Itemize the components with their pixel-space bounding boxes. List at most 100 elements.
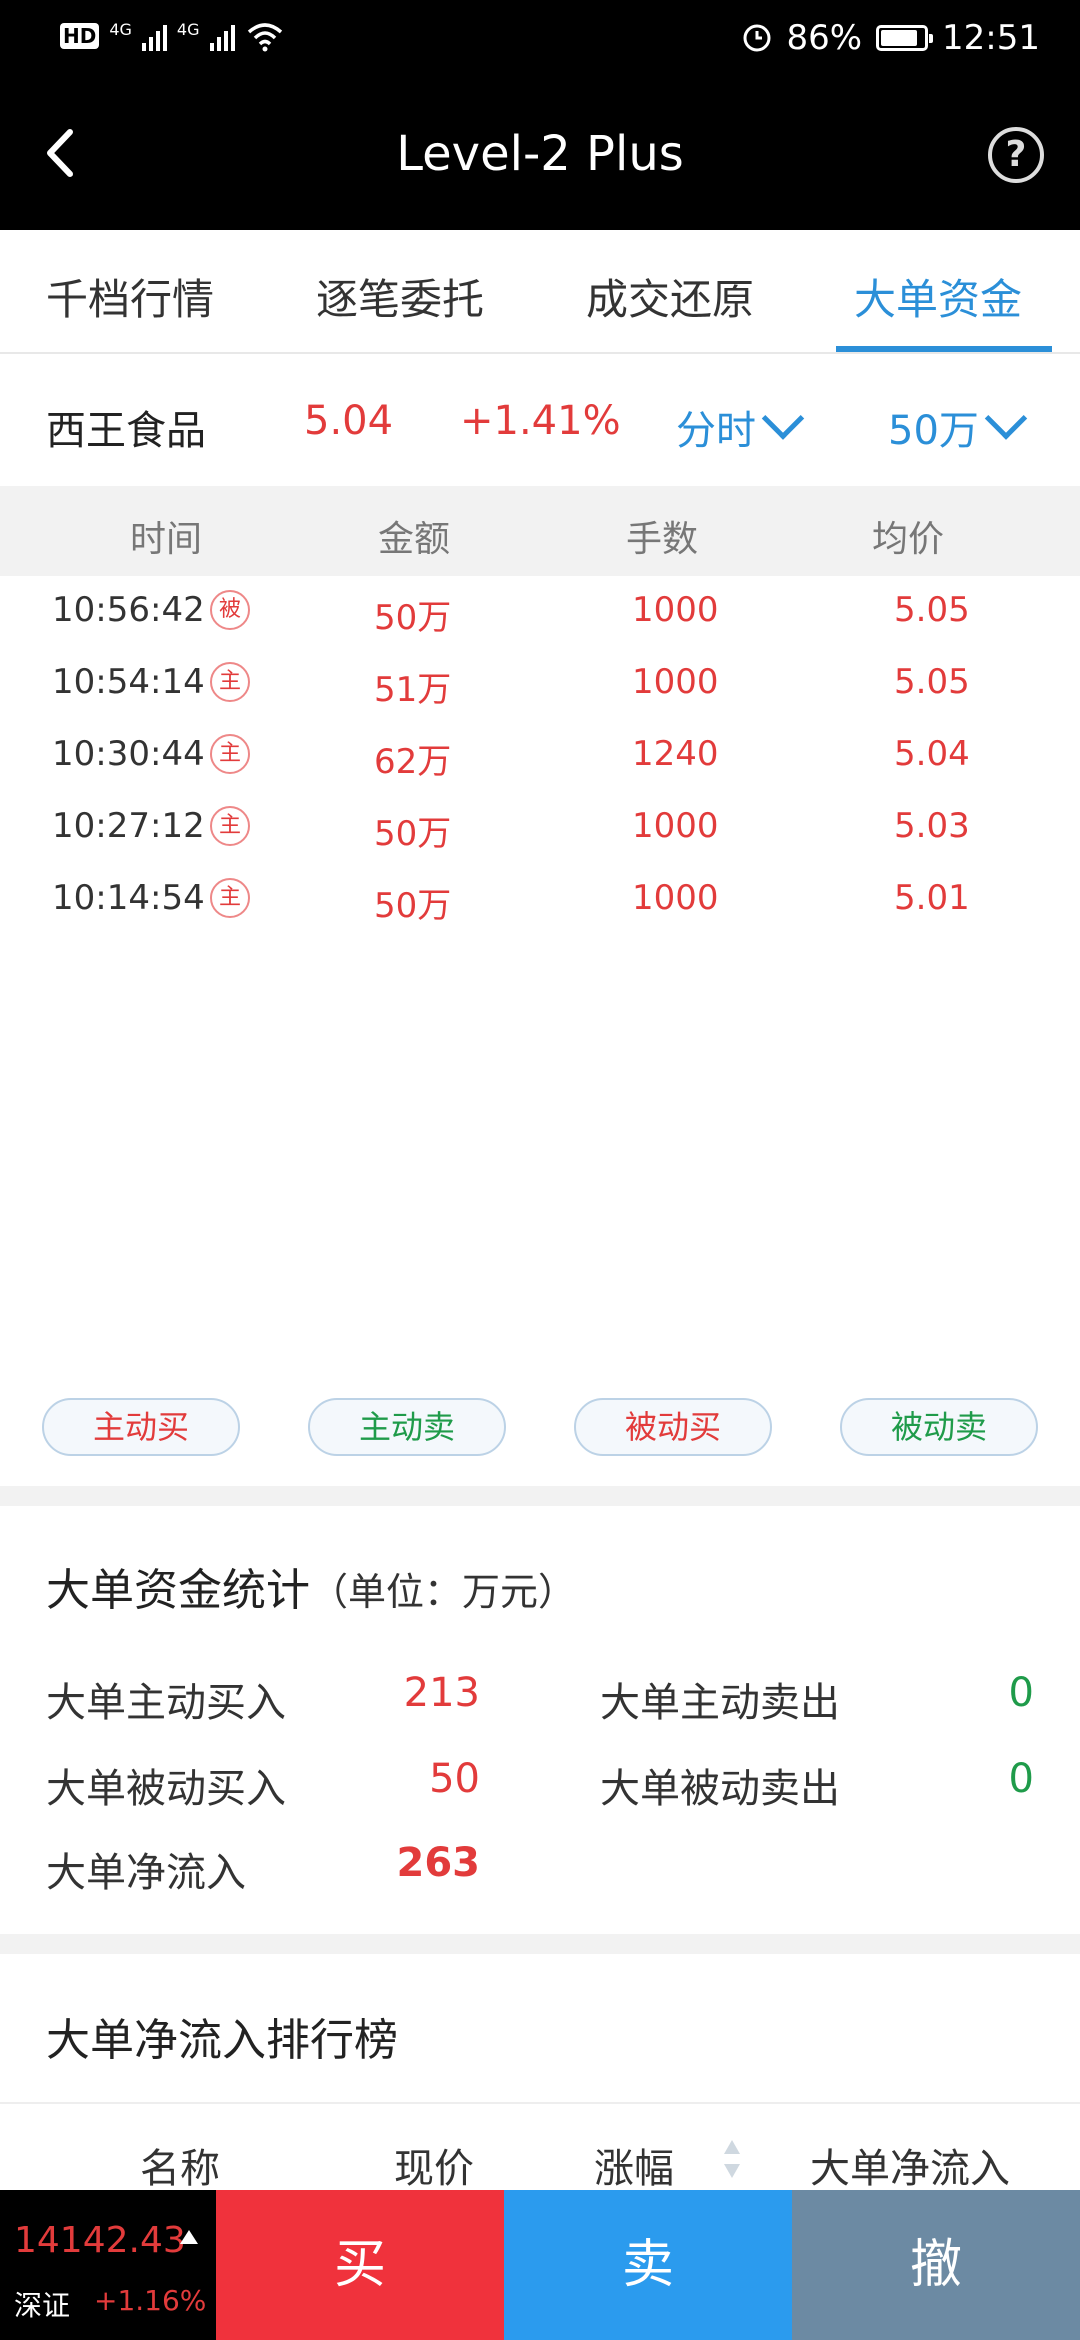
sim2-label: 4G bbox=[176, 20, 200, 39]
signal-icon bbox=[141, 21, 167, 51]
sell-button[interactable]: 卖 bbox=[504, 2190, 792, 2340]
battery-icon bbox=[876, 25, 934, 51]
tab-order-by-order[interactable]: 逐笔委托 bbox=[316, 266, 484, 327]
table-row[interactable]: 10:27:12 主 50万 1000 5.03 bbox=[0, 792, 1080, 864]
table-row[interactable]: 10:14:54 主 50万 1000 5.01 bbox=[0, 864, 1080, 936]
col-header-time: 时间 bbox=[130, 519, 203, 560]
threshold-select[interactable]: 50万 bbox=[888, 397, 1028, 456]
order-type-badge: 主 bbox=[210, 806, 250, 846]
stock-name: 西王食品 bbox=[46, 408, 206, 454]
filter-active-buy[interactable]: 主动买 bbox=[42, 1398, 240, 1456]
col-header-amount: 金额 bbox=[378, 519, 451, 560]
table-row[interactable]: 10:54:14 主 51万 1000 5.05 bbox=[0, 648, 1080, 720]
rank-col-change[interactable]: 涨幅 bbox=[594, 2136, 674, 2194]
index-ticker[interactable]: 14142.43 深证 +1.16% bbox=[0, 2190, 216, 2340]
status-bar: HD 4G 4G 86% 12:51 bbox=[0, 0, 1080, 80]
up-arrow-icon bbox=[180, 2230, 198, 2244]
stat-value-active-buy: 213 bbox=[403, 1670, 480, 1716]
row-amount: 51万 bbox=[374, 670, 452, 710]
row-avg-price: 5.01 bbox=[894, 878, 970, 918]
filter-passive-sell[interactable]: 被动卖 bbox=[840, 1398, 1038, 1456]
filter-passive-buy[interactable]: 被动买 bbox=[574, 1398, 772, 1456]
stats-unit: （单位：万元） bbox=[310, 1570, 577, 1614]
status-bar-right: 86% 12:51 bbox=[742, 18, 1040, 58]
net-inflow-ranking: 大单净流入排行榜 名称 现价 涨幅 大单净流入 bbox=[0, 1954, 1080, 2194]
stat-label-active-buy: 大单主动买入 bbox=[46, 1680, 286, 1726]
table-row[interactable]: 10:30:44 主 62万 1240 5.04 bbox=[0, 720, 1080, 792]
tab-bar: 千档行情 逐笔委托 成交还原 大单资金 bbox=[0, 230, 1080, 354]
stats-title-text: 大单资金统计 bbox=[46, 1565, 310, 1616]
stat-value-passive-buy: 50 bbox=[429, 1756, 480, 1802]
row-time: 10:54:14 bbox=[52, 662, 205, 702]
cancel-order-button[interactable]: 撤 bbox=[792, 2190, 1080, 2340]
period-select-label: 分时 bbox=[676, 408, 756, 454]
status-bar-left: HD 4G 4G bbox=[60, 20, 285, 52]
row-amount: 62万 bbox=[374, 742, 452, 782]
large-order-list: 10:56:42 被 50万 1000 5.05 10:54:14 主 51万 … bbox=[0, 576, 1080, 936]
help-icon[interactable]: ? bbox=[988, 127, 1044, 183]
row-time: 10:30:44 bbox=[52, 734, 205, 774]
order-type-badge: 主 bbox=[210, 878, 250, 918]
tab-depth-quote[interactable]: 千档行情 bbox=[46, 266, 214, 327]
stat-label-active-sell: 大单主动卖出 bbox=[600, 1680, 840, 1726]
threshold-select-label: 50万 bbox=[888, 408, 979, 454]
active-tab-indicator bbox=[836, 346, 1052, 352]
sort-icon[interactable] bbox=[722, 2138, 742, 2180]
stat-label-net-inflow: 大单净流入 bbox=[46, 1850, 246, 1896]
app-bar: Level-2 Plus ? bbox=[0, 80, 1080, 230]
row-time: 10:27:12 bbox=[52, 806, 205, 846]
stock-change: +1.41% bbox=[460, 398, 621, 444]
row-time: 10:56:42 bbox=[52, 590, 205, 630]
page-title: Level-2 Plus bbox=[396, 126, 684, 182]
row-time: 10:14:54 bbox=[52, 878, 205, 918]
stock-quote-row: 西王食品 5.04 +1.41% 分时 50万 bbox=[0, 354, 1080, 486]
stat-label-passive-sell: 大单被动卖出 bbox=[600, 1766, 840, 1812]
buy-button[interactable]: 买 bbox=[216, 2190, 504, 2340]
rank-col-price[interactable]: 现价 bbox=[394, 2136, 474, 2194]
section-divider bbox=[0, 1486, 1080, 1506]
tab-large-order-funds[interactable]: 大单资金 bbox=[854, 266, 1022, 327]
row-avg-price: 5.05 bbox=[894, 590, 970, 630]
stat-value-passive-sell: 0 bbox=[1008, 1756, 1034, 1802]
chevron-down-icon bbox=[761, 397, 805, 440]
battery-percent: 86% bbox=[786, 18, 863, 58]
stat-label-passive-buy: 大单被动买入 bbox=[46, 1766, 286, 1812]
index-change: +1.16% bbox=[94, 2284, 207, 2317]
wifi-icon bbox=[247, 23, 282, 52]
col-header-volume: 手数 bbox=[626, 519, 699, 560]
tab-trade-replay[interactable]: 成交还原 bbox=[586, 266, 754, 327]
stock-price: 5.04 bbox=[304, 398, 394, 444]
bottom-trade-bar: 14142.43 深证 +1.16% 买 卖 撤 bbox=[0, 2190, 1080, 2340]
order-type-badge: 主 bbox=[210, 734, 250, 774]
rank-col-name[interactable]: 名称 bbox=[140, 2136, 220, 2194]
table-header: 时间 金额 手数 均价 bbox=[0, 486, 1080, 576]
stats-title: 大单资金统计（单位：万元） bbox=[46, 1554, 576, 1618]
stat-value-active-sell: 0 bbox=[1008, 1670, 1034, 1716]
rank-col-net-inflow[interactable]: 大单净流入 bbox=[810, 2136, 1010, 2194]
row-avg-price: 5.05 bbox=[894, 662, 970, 702]
row-amount: 50万 bbox=[374, 886, 452, 926]
section-divider bbox=[0, 1934, 1080, 1954]
index-name: 深证 bbox=[14, 2289, 71, 2322]
signal-icon bbox=[209, 21, 235, 51]
hd-badge: HD bbox=[60, 23, 100, 49]
col-header-avg-price: 均价 bbox=[872, 519, 945, 560]
battery-fill bbox=[881, 30, 918, 46]
alarm-icon bbox=[743, 24, 771, 52]
stat-value-net-inflow: 263 bbox=[396, 1840, 481, 1886]
large-order-stats: 大单资金统计（单位：万元） 大单主动买入 213 大单主动卖出 0 大单被动买入… bbox=[0, 1506, 1080, 1934]
sim1-label: 4G bbox=[109, 20, 132, 39]
order-type-badge: 主 bbox=[210, 662, 250, 702]
row-amount: 50万 bbox=[374, 598, 452, 638]
clock: 12:51 bbox=[942, 18, 1040, 58]
row-volume: 1000 bbox=[632, 662, 719, 702]
period-select[interactable]: 分时 bbox=[676, 397, 805, 456]
table-row[interactable]: 10:56:42 被 50万 1000 5.05 bbox=[0, 576, 1080, 648]
ranking-title: 大单净流入排行榜 bbox=[46, 2015, 398, 2066]
row-volume: 1240 bbox=[632, 734, 719, 774]
row-amount: 50万 bbox=[374, 814, 452, 854]
filter-active-sell[interactable]: 主动卖 bbox=[308, 1398, 506, 1456]
row-avg-price: 5.03 bbox=[894, 806, 970, 846]
row-volume: 1000 bbox=[632, 590, 719, 630]
row-volume: 1000 bbox=[632, 806, 719, 846]
